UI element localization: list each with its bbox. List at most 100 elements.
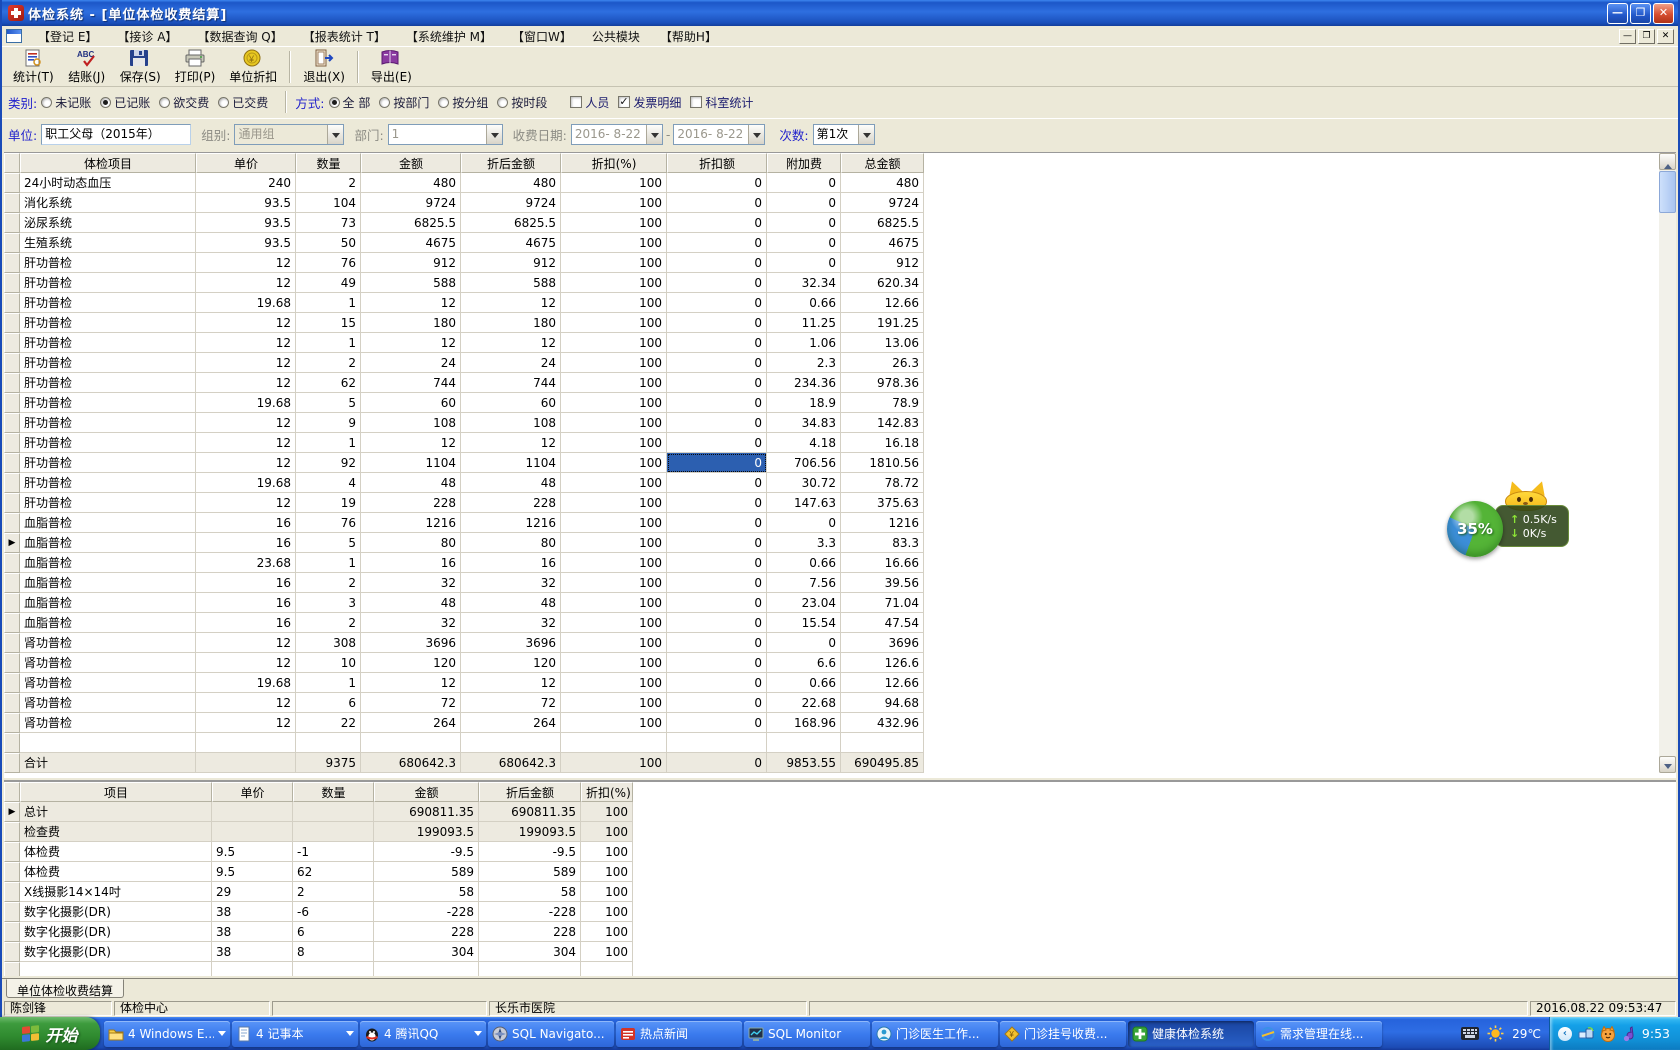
cell[interactable]: 0: [667, 173, 767, 193]
cell[interactable]: 12: [461, 433, 561, 453]
row-selector[interactable]: [4, 842, 20, 862]
cell[interactable]: 1216: [841, 513, 924, 533]
cell[interactable]: 5: [296, 393, 361, 413]
cell[interactable]: 16: [196, 613, 296, 633]
cell[interactable]: 26.3: [841, 353, 924, 373]
cell[interactable]: 12: [196, 653, 296, 673]
cell[interactable]: 0: [667, 653, 767, 673]
cell[interactable]: 80: [361, 533, 461, 553]
cell[interactable]: 100: [561, 313, 667, 333]
cell[interactable]: 肝功普检: [20, 353, 196, 373]
row-selector[interactable]: ▶: [4, 802, 20, 822]
menu-item[interactable]: 【登记 E】: [28, 26, 107, 47]
checkbox-option[interactable]: 发票明细: [618, 94, 681, 111]
chevron-down-icon[interactable]: [485, 125, 502, 144]
cell[interactable]: 16.66: [841, 553, 924, 573]
cell[interactable]: 0: [667, 433, 767, 453]
cell[interactable]: 588: [361, 273, 461, 293]
cell[interactable]: 100: [561, 333, 667, 353]
radio-option[interactable]: 按时段: [497, 94, 547, 111]
cell[interactable]: 12.66: [841, 293, 924, 313]
toolbar-button-保存[interactable]: 保存(S): [113, 48, 168, 86]
row-selector[interactable]: [4, 493, 20, 513]
cell[interactable]: 9.5: [212, 842, 293, 862]
cell[interactable]: 19.68: [196, 293, 296, 313]
cell[interactable]: 100: [561, 473, 667, 493]
cell[interactable]: 9724: [361, 193, 461, 213]
cell[interactable]: 1104: [461, 453, 561, 473]
cell[interactable]: 100: [561, 173, 667, 193]
cell[interactable]: 100: [561, 693, 667, 713]
cell[interactable]: 1: [296, 553, 361, 573]
cell[interactable]: 744: [361, 373, 461, 393]
cell[interactable]: 0: [667, 273, 767, 293]
date-to-select[interactable]: 2016- 8-22: [673, 124, 766, 145]
cell[interactable]: 100: [561, 253, 667, 273]
cell[interactable]: 16: [461, 553, 561, 573]
cell[interactable]: 11.25: [767, 313, 841, 333]
radio-option[interactable]: 欲交费: [159, 94, 209, 111]
cell[interactable]: [461, 733, 561, 753]
toolbar-button-结账[interactable]: ABC 结账(J): [61, 48, 113, 86]
cell[interactable]: 480: [361, 173, 461, 193]
menu-item[interactable]: 【窗口W】: [502, 26, 582, 47]
cell[interactable]: 0: [767, 253, 841, 273]
cell[interactable]: 肝功普检: [20, 413, 196, 433]
checkbox-selected-icon[interactable]: [618, 95, 631, 108]
cell[interactable]: -9.5: [374, 842, 479, 862]
cell[interactable]: 12.66: [841, 673, 924, 693]
cell[interactable]: 19.68: [196, 473, 296, 493]
cell[interactable]: 肝功普检: [20, 473, 196, 493]
cell[interactable]: 1810.56: [841, 453, 924, 473]
cell[interactable]: 12: [196, 353, 296, 373]
cell[interactable]: 19.68: [196, 673, 296, 693]
cell[interactable]: 血脂普检: [20, 553, 196, 573]
cell[interactable]: 9724: [841, 193, 924, 213]
cell[interactable]: 8: [293, 942, 374, 962]
cell[interactable]: 肝功普检: [20, 433, 196, 453]
cell[interactable]: 12: [461, 333, 561, 353]
start-button[interactable]: 开始: [0, 1017, 100, 1050]
row-selector[interactable]: [4, 862, 20, 882]
cell[interactable]: 12: [196, 273, 296, 293]
cell[interactable]: 62: [293, 862, 374, 882]
row-selector[interactable]: [4, 553, 20, 573]
cell[interactable]: 93.5: [196, 213, 296, 233]
cell[interactable]: 38: [212, 922, 293, 942]
cell[interactable]: 71.04: [841, 593, 924, 613]
cell[interactable]: [767, 733, 841, 753]
cell[interactable]: 0: [767, 213, 841, 233]
cell[interactable]: 0: [667, 393, 767, 413]
cell[interactable]: 589: [479, 862, 581, 882]
row-selector[interactable]: [4, 633, 20, 653]
cell[interactable]: 240: [196, 173, 296, 193]
cell[interactable]: 100: [561, 713, 667, 733]
cell[interactable]: 血脂普检: [20, 613, 196, 633]
row-selector[interactable]: [4, 233, 20, 253]
cell[interactable]: 73: [296, 213, 361, 233]
cell[interactable]: 1216: [461, 513, 561, 533]
cell[interactable]: 19.68: [196, 393, 296, 413]
cell[interactable]: [196, 733, 296, 753]
row-selector[interactable]: [4, 882, 20, 902]
cell[interactable]: 12: [361, 333, 461, 353]
row-selector[interactable]: [4, 193, 20, 213]
cell[interactable]: 100: [581, 882, 633, 902]
cell[interactable]: 0: [667, 253, 767, 273]
taskbar-item-10[interactable]: 需求管理在线...: [1256, 1020, 1382, 1047]
cell[interactable]: 2: [293, 882, 374, 902]
row-selector[interactable]: [4, 473, 20, 493]
cell[interactable]: 58: [374, 882, 479, 902]
cell[interactable]: 620.34: [841, 273, 924, 293]
taskbar-item-2[interactable]: 4 记事本: [232, 1020, 358, 1047]
cell[interactable]: 104: [296, 193, 361, 213]
radio-icon[interactable]: [218, 96, 230, 108]
cell[interactable]: 6.6: [767, 653, 841, 673]
cell[interactable]: 1: [296, 333, 361, 353]
keyboard-icon[interactable]: [1461, 1027, 1480, 1040]
cell[interactable]: 0.66: [767, 293, 841, 313]
cell[interactable]: 100: [561, 553, 667, 573]
radio-option[interactable]: 已交费: [218, 94, 268, 111]
cell[interactable]: 147.63: [767, 493, 841, 513]
cell[interactable]: [479, 962, 581, 976]
